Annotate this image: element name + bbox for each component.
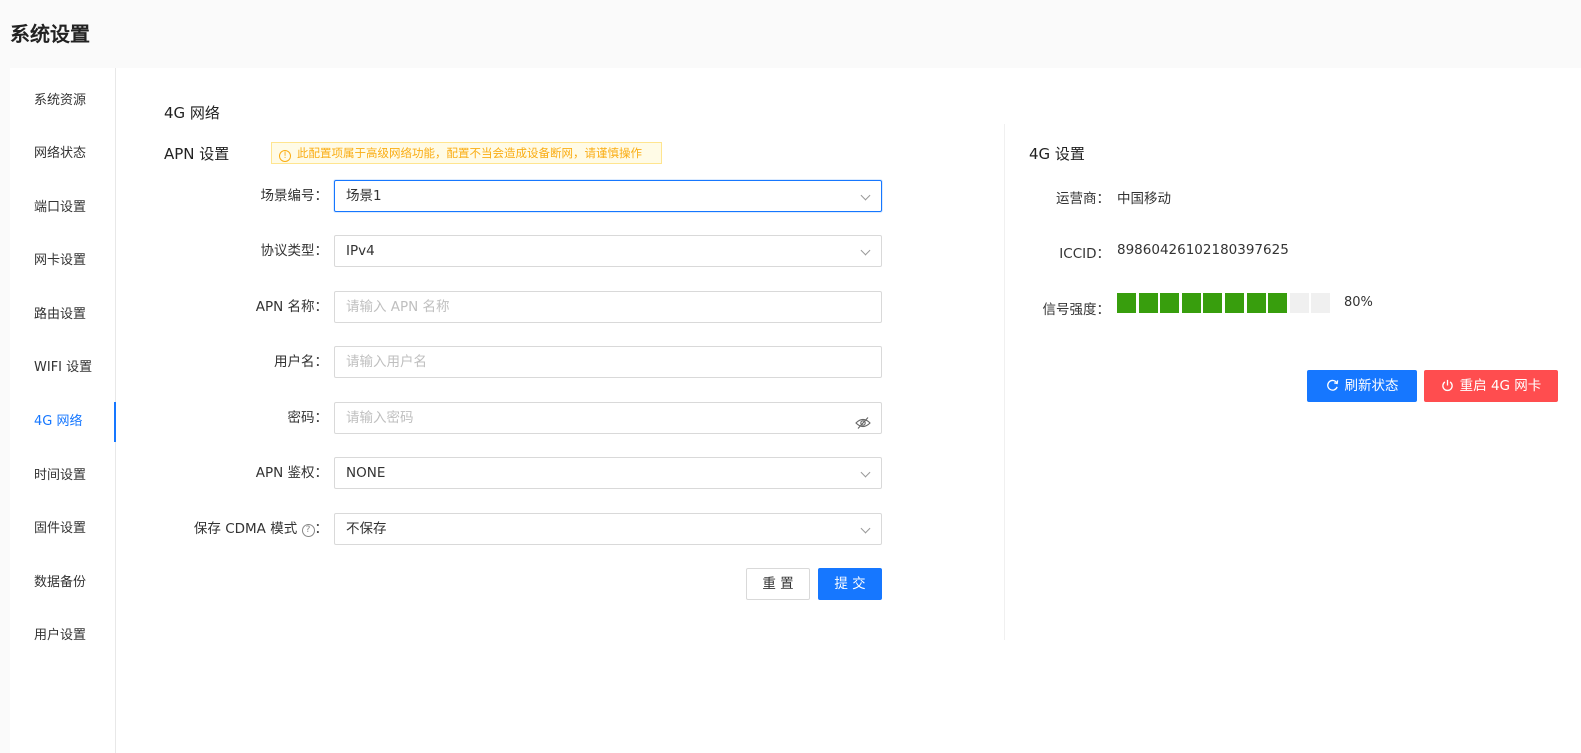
cdma-label-suffix: ： — [314, 521, 329, 537]
refresh-status-button[interactable]: 刷新状态 — [1307, 370, 1417, 402]
question-circle-icon[interactable]: ? — [301, 524, 315, 537]
signal-percent: 80% — [1344, 295, 1373, 310]
sidebar-item-route-settings[interactable]: 路由设置 — [10, 295, 116, 335]
column-divider — [1004, 124, 1005, 640]
chevron-down-icon — [860, 523, 871, 534]
sidebar-item-time-settings[interactable]: 时间设置 — [10, 456, 116, 496]
restart-4g-label: 重启 4G 网卡 — [1459, 378, 1542, 394]
signal-bar-segment — [1268, 293, 1288, 313]
iccid-value: 89860426102180397625 — [1117, 242, 1289, 258]
sidebar-item-wifi-settings[interactable]: WIFI 设置 — [10, 348, 116, 388]
refresh-status-label: 刷新状态 — [1344, 378, 1399, 394]
password-field — [334, 402, 882, 434]
warning-icon: ! — [279, 150, 291, 162]
sidebar-item-user-settings[interactable]: 用户设置 — [10, 616, 116, 656]
signal-bar-segment — [1138, 293, 1158, 313]
main-content: 4G 网络 APN 设置 ! 此配置项属于高级网络功能，配置不当会造成设备断网，请… — [116, 68, 1581, 753]
sidebar-item-firmware-settings[interactable]: 固件设置 — [10, 509, 116, 549]
carrier-value: 中国移动 — [1117, 191, 1171, 207]
cdma-label-text: 保存 CDMA 模式 — [193, 521, 298, 537]
chevron-down-icon — [860, 245, 871, 256]
signal-bar-segment — [1160, 293, 1180, 313]
warning-text: 此配置项属于高级网络功能，配置不当会造成设备断网，请谨慎操作 — [297, 146, 642, 160]
eye-invisible-icon[interactable] — [855, 411, 871, 441]
apn-auth-select[interactable]: NONE — [334, 457, 882, 489]
scene-select[interactable]: 场景1 — [334, 180, 882, 212]
signal-bar-segment — [1117, 293, 1136, 313]
4g-settings-title: 4G 设置 — [1029, 145, 1085, 163]
warning-alert: ! 此配置项属于高级网络功能，配置不当会造成设备断网，请谨慎操作 — [271, 142, 662, 164]
username-input[interactable] — [346, 348, 836, 376]
poweroff-icon — [1441, 379, 1453, 392]
signal-bar-segment — [1289, 293, 1309, 313]
reset-button[interactable]: 重 置 — [746, 568, 810, 600]
protocol-select[interactable]: IPv4 — [334, 235, 882, 267]
username-field — [334, 346, 882, 378]
sidebar-item-system-resources[interactable]: 系统资源 — [10, 81, 116, 121]
sidebar-item-port-settings[interactable]: 端口设置 — [10, 188, 116, 228]
apn-settings-title: APN 设置 — [164, 145, 230, 163]
signal-bar-segment — [1181, 293, 1201, 313]
apn-name-field — [334, 291, 882, 323]
protocol-label: 协议类型： — [260, 243, 329, 259]
reload-icon — [1326, 379, 1338, 391]
cdma-select[interactable]: 不保存 — [334, 513, 882, 545]
cdma-label: 保存 CDMA 模式 ?： — [158, 513, 328, 545]
signal-label: 信号强度： — [1042, 302, 1111, 318]
signal-bar-segment — [1311, 293, 1331, 313]
apn-name-label: APN 名称： — [255, 299, 328, 315]
sidebar-item-4g-network[interactable]: 4G 网络 — [10, 402, 116, 442]
password-label: 密码： — [287, 410, 329, 426]
signal-bar-segment — [1203, 293, 1223, 313]
carrier-label: 运营商： — [1056, 191, 1110, 207]
sidebar-item-nic-settings[interactable]: 网卡设置 — [10, 241, 116, 281]
scene-label: 场景编号： — [260, 188, 329, 204]
chevron-down-icon — [860, 467, 871, 478]
signal-bar-segment — [1246, 293, 1266, 313]
iccid-label: ICCID： — [1059, 246, 1110, 262]
sidebar: 系统资源 网络状态 端口设置 网卡设置 路由设置 WIFI 设置 4G 网络 时… — [10, 68, 116, 753]
restart-4g-button[interactable]: 重启 4G 网卡 — [1424, 370, 1558, 402]
signal-bar-segment — [1225, 293, 1244, 313]
username-label: 用户名： — [274, 354, 328, 370]
chevron-down-icon — [860, 190, 871, 201]
apn-auth-label: APN 鉴权： — [255, 465, 328, 481]
apn-name-input[interactable] — [346, 293, 836, 321]
sidebar-item-data-backup[interactable]: 数据备份 — [10, 563, 116, 603]
sidebar-item-network-status[interactable]: 网络状态 — [10, 134, 116, 174]
settings-card: 系统资源 网络状态 端口设置 网卡设置 路由设置 WIFI 设置 4G 网络 时… — [10, 68, 1581, 753]
password-input[interactable] — [346, 404, 836, 432]
apn-auth-value: NONE — [346, 465, 386, 481]
section-title: 4G 网络 — [164, 104, 220, 122]
protocol-value: IPv4 — [346, 243, 375, 259]
page-title: 系统设置 — [10, 22, 90, 46]
scene-value: 场景1 — [346, 188, 382, 204]
cdma-value: 不保存 — [346, 521, 387, 537]
submit-button[interactable]: 提 交 — [818, 568, 882, 600]
